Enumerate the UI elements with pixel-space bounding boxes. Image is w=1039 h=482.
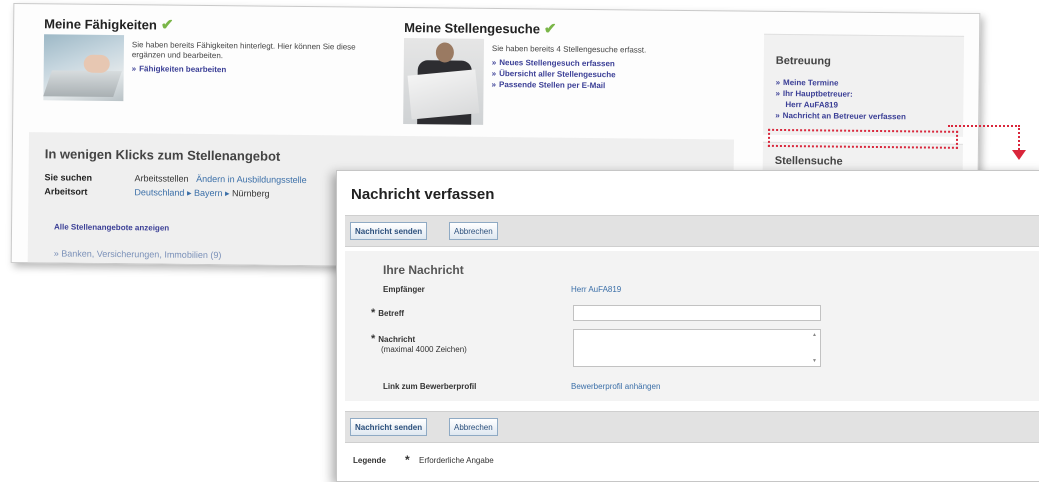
place-label: Arbeitsort bbox=[44, 186, 88, 197]
skills-title: Meine Fähigkeiten bbox=[44, 16, 157, 33]
search-card: Meine Stellengesuche ✔ bbox=[404, 18, 557, 38]
legend: Legende * Erforderliche Angabe bbox=[345, 452, 1039, 472]
arrow-down-icon bbox=[1012, 150, 1026, 160]
attach-profile-link[interactable]: Bewerberprofil anhängen bbox=[571, 382, 660, 391]
place-country-link[interactable]: Deutschland bbox=[134, 187, 184, 198]
top-button-bar: Nachricht senden Abbrechen bbox=[345, 215, 1039, 247]
category-link[interactable]: » Banken, Versicherungen, Immobilien (9) bbox=[54, 248, 222, 260]
subject-input[interactable] bbox=[573, 305, 821, 321]
profile-link-label: Link zum Bewerberprofil bbox=[383, 382, 477, 391]
check-icon: ✔ bbox=[543, 20, 557, 38]
skills-card: Meine Fähigkeiten ✔ bbox=[44, 14, 173, 33]
check-icon: ✔ bbox=[160, 16, 174, 34]
message-textarea[interactable]: ▲ ▼ bbox=[573, 329, 821, 367]
highlight-frame bbox=[767, 128, 959, 149]
skills-text: Sie haben bereits Fähigkeiten hinterlegt… bbox=[131, 40, 356, 61]
message-form: Ihre Nachricht Empfänger Herr AuFA819 * B… bbox=[345, 251, 1039, 401]
all-offers-link[interactable]: Alle Stellenangebote anzeigen bbox=[54, 222, 169, 232]
seek-value: Arbeitsstellen bbox=[134, 173, 189, 184]
change-to-training-link[interactable]: Ändern in Ausbildungsstelle bbox=[196, 174, 307, 185]
send-message-button[interactable]: Nachricht senden bbox=[350, 418, 428, 436]
bottom-button-bar: Nachricht senden Abbrechen bbox=[345, 411, 1039, 443]
required-star: * bbox=[405, 453, 410, 467]
message-label: * Nachricht (maximal 4000 Zeichen) bbox=[371, 333, 467, 354]
typing-photo bbox=[43, 34, 125, 102]
subject-label: * Betreff bbox=[371, 307, 405, 319]
place-state-link[interactable]: Bayern bbox=[194, 188, 223, 198]
connector-line bbox=[948, 125, 1020, 127]
scroll-up-icon[interactable]: ▲ bbox=[812, 332, 817, 338]
quick-search-title: In wenigen Klicks zum Stellenangebot bbox=[44, 146, 281, 164]
message-hint: (maximal 4000 Zeichen) bbox=[381, 345, 467, 354]
send-message-button[interactable]: Nachricht senden bbox=[350, 222, 428, 240]
place-city: Nürnberg bbox=[232, 188, 270, 199]
compose-message-link[interactable]: » Nachricht an Betreuer verfassen bbox=[775, 110, 906, 122]
newspaper-photo bbox=[403, 38, 485, 125]
recipient-label: Empfänger bbox=[383, 285, 425, 294]
edit-skills-link[interactable]: » Fähigkeiten bearbeiten bbox=[132, 63, 227, 75]
cancel-button[interactable]: Abbrechen bbox=[449, 418, 498, 436]
scroll-down-icon[interactable]: ▼ bbox=[812, 358, 817, 364]
search-text: Sie haben bereits 4 Stellengesuche erfas… bbox=[491, 43, 647, 55]
care-title: Betreuung bbox=[775, 54, 831, 68]
seek-label: Sie suchen bbox=[44, 172, 93, 183]
search-title: Meine Stellengesuche bbox=[404, 20, 541, 37]
recipient-value: Herr AuFA819 bbox=[571, 285, 622, 294]
care-box: Betreuung » Meine Termine » Ihr Hauptbetre… bbox=[763, 33, 965, 137]
email-jobs-link[interactable]: » Passende Stellen per E-Mail bbox=[492, 79, 616, 91]
form-heading: Ihre Nachricht bbox=[383, 263, 464, 277]
legend-text: Erforderliche Angabe bbox=[419, 456, 494, 465]
dialog-title: Nachricht verfassen bbox=[351, 186, 495, 203]
cancel-button[interactable]: Abbrechen bbox=[449, 222, 498, 240]
compose-dialog: Nachricht verfassen Nachricht senden Abb… bbox=[336, 170, 1039, 482]
job-search-title: Stellensuche bbox=[774, 154, 843, 168]
connector-line bbox=[1018, 125, 1020, 153]
legend-label: Legende bbox=[353, 456, 386, 465]
